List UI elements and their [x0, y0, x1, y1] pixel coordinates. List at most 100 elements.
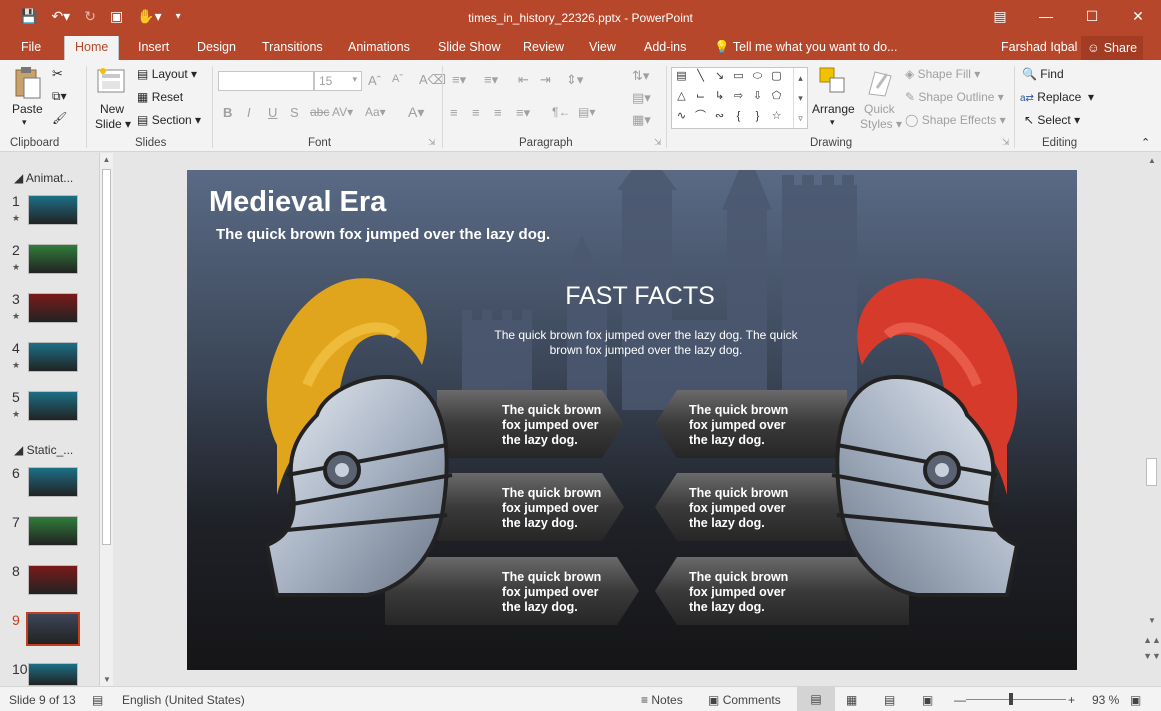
tab-slide-show[interactable]: Slide Show — [438, 40, 501, 54]
format-painter-icon[interactable]: 🖌 — [52, 111, 67, 125]
quick-styles-label-1[interactable]: Quick — [864, 102, 895, 116]
spell-check-icon[interactable]: ▤ — [92, 693, 103, 707]
user-name[interactable]: Farshad Iqbal — [1001, 40, 1077, 54]
collapse-ribbon-icon[interactable]: ⌃ — [1141, 136, 1150, 149]
cut-icon[interactable]: ✂ — [52, 66, 63, 82]
italic-icon[interactable]: I — [247, 105, 251, 120]
normal-view-icon[interactable]: ▤ — [797, 687, 835, 711]
slideshow-view-icon[interactable]: ▣ — [922, 693, 933, 707]
elbow-connector-shape-icon[interactable]: ⌙ — [693, 90, 708, 103]
share-button[interactable]: ☺ Share — [1081, 36, 1143, 60]
slide-thumbnail-10[interactable] — [28, 663, 78, 686]
right-brace-shape-icon[interactable]: } — [750, 110, 765, 123]
arrow-text-right-1[interactable]: The quick brown fox jumped over the lazy… — [689, 403, 799, 448]
align-center-icon[interactable]: ≡ — [472, 105, 480, 120]
scroll-up-icon[interactable]: ▲ — [100, 155, 113, 164]
font-name-combo[interactable] — [218, 71, 314, 91]
bullets-icon[interactable]: ≡▾ — [452, 72, 466, 88]
smartart-icon[interactable]: ▦▾ — [632, 112, 651, 128]
scribble-shape-icon[interactable]: ∿ — [674, 110, 689, 123]
tab-view[interactable]: View — [589, 40, 616, 54]
slide-thumbnail-6[interactable] — [28, 467, 78, 497]
scroll-thumb[interactable] — [102, 169, 111, 545]
line-spacing-icon[interactable]: ⇕▾ — [566, 72, 583, 88]
quick-styles-icon[interactable] — [865, 66, 895, 100]
change-case-icon[interactable]: Aa▾ — [365, 105, 386, 119]
fit-slide-icon[interactable]: ▣ — [1130, 693, 1141, 707]
tell-me-box[interactable]: 💡 Tell me what you want to do... — [714, 40, 898, 55]
section-button[interactable]: ▤ Section ▾ — [137, 113, 201, 127]
new-slide-label-1[interactable]: New — [100, 102, 124, 116]
copy-icon[interactable]: ⧉▾ — [52, 89, 67, 104]
arrow-text-left-3[interactable]: The quick brown fox jumped over the lazy… — [502, 570, 612, 615]
strikethrough-icon[interactable]: abc — [310, 105, 329, 119]
justify-icon[interactable]: ≡▾ — [516, 105, 530, 121]
shape-outline-button[interactable]: ✎ Shape Outline ▾ — [905, 90, 1004, 104]
slide-thumbnail-2[interactable] — [28, 244, 78, 274]
find-button[interactable]: 🔍 Find — [1022, 67, 1064, 81]
tab-home[interactable]: Home — [64, 36, 120, 60]
arrow-line-shape-icon[interactable]: ↘ — [712, 70, 727, 83]
paragraph-dialog-launcher-icon[interactable]: ⇲ — [654, 137, 662, 148]
slide-sorter-icon[interactable]: ▦ — [846, 693, 857, 707]
font-size-combo[interactable]: 15 ▾ — [314, 71, 362, 91]
tab-review[interactable]: Review — [523, 40, 564, 54]
tab-insert[interactable]: Insert — [138, 40, 169, 54]
zoom-slider-track[interactable] — [966, 699, 1066, 700]
previous-slide-icon[interactable]: ▲▲ — [1143, 633, 1161, 647]
shapes-gallery-scroll[interactable]: ▴ ▾ ▿ — [793, 68, 807, 128]
slide-thumbnail-1[interactable] — [28, 195, 78, 225]
left-brace-shape-icon[interactable]: { — [731, 110, 746, 123]
curve-shape-icon[interactable]: ∾ — [712, 110, 727, 123]
arrow-text-left-2[interactable]: The quick brown fox jumped over the lazy… — [502, 486, 612, 531]
rectangle-shape-icon[interactable]: ▭ — [731, 70, 746, 83]
arrange-label[interactable]: Arrange — [812, 102, 855, 116]
paste-icon[interactable] — [12, 66, 42, 100]
zoom-out-icon[interactable]: — — [954, 693, 966, 707]
language-indicator[interactable]: English (United States) — [122, 693, 245, 707]
arrow-text-left-1[interactable]: The quick brown fox jumped over the lazy… — [502, 403, 612, 448]
slide-scrollbar[interactable]: ▲ ▼ ▲▲ ▼▼ — [1143, 153, 1161, 686]
new-slide-icon[interactable] — [96, 66, 126, 98]
thumbnails-scrollbar[interactable]: ▲ ▼ — [99, 153, 113, 686]
grow-font-icon[interactable]: Aˆ — [368, 73, 381, 88]
new-slide-label-2[interactable]: Slide ▾ — [95, 117, 131, 131]
reset-button[interactable]: ▦ Reset — [137, 90, 183, 104]
shape-fill-button[interactable]: ◈ Shape Fill ▾ — [905, 67, 980, 81]
align-text-icon[interactable]: ▤▾ — [632, 90, 651, 106]
tab-file[interactable]: File — [21, 40, 41, 54]
section-header-static[interactable]: ◢ Static_... — [14, 443, 73, 457]
character-spacing-icon[interactable]: AV▾ — [332, 105, 353, 119]
paste-dropdown-icon[interactable]: ▾ — [22, 117, 27, 128]
arrange-dropdown-icon[interactable]: ▾ — [830, 117, 835, 128]
shape-effects-button[interactable]: ◯ Shape Effects ▾ — [905, 113, 1006, 127]
line-shape-icon[interactable]: ╲ — [693, 70, 708, 83]
slide-thumbnail-3[interactable] — [28, 293, 78, 323]
star-shape-icon[interactable]: ☆ — [769, 110, 784, 123]
arrow-text-right-3[interactable]: The quick brown fox jumped over the lazy… — [689, 570, 799, 615]
slide-canvas[interactable]: Medieval Era The quick brown fox jumped … — [187, 170, 1077, 670]
right-arrow-shape-icon[interactable]: ⇨ — [731, 90, 746, 103]
arrow-text-right-2[interactable]: The quick brown fox jumped over the lazy… — [689, 486, 799, 531]
zoom-slider-thumb[interactable] — [1009, 693, 1013, 705]
comments-button[interactable]: ▣ Comments — [708, 693, 781, 707]
underline-icon[interactable]: U — [268, 105, 277, 120]
tab-design[interactable]: Design — [197, 40, 236, 54]
section-header-animated[interactable]: ◢ Animat... — [14, 171, 73, 185]
minimize-icon[interactable]: — — [1023, 0, 1069, 32]
freeform-shape-icon[interactable]: ⬠ — [769, 90, 784, 103]
elbow-arrow-shape-icon[interactable]: ↳ — [712, 90, 727, 103]
zoom-level[interactable]: 93 % — [1092, 693, 1119, 707]
reading-view-icon[interactable]: ▤ — [884, 693, 895, 707]
select-button[interactable]: ↖ Select ▾ — [1024, 113, 1080, 127]
oval-shape-icon[interactable]: ⬭ — [750, 70, 765, 83]
text-box-shape-icon[interactable]: ▤ — [674, 70, 689, 83]
scroll-up-icon[interactable]: ▲ — [1143, 156, 1161, 165]
notes-button[interactable]: ≡ Notes — [641, 693, 683, 707]
drawing-dialog-launcher-icon[interactable]: ⇲ — [1002, 137, 1010, 148]
slide-thumbnail-8[interactable] — [28, 565, 78, 595]
layout-button[interactable]: ▤ Layout ▾ — [137, 67, 197, 81]
bold-icon[interactable]: B — [223, 105, 232, 120]
scroll-down-icon[interactable]: ▼ — [1143, 616, 1161, 625]
replace-button[interactable]: a⇄ Replace ▾ — [1020, 90, 1094, 104]
